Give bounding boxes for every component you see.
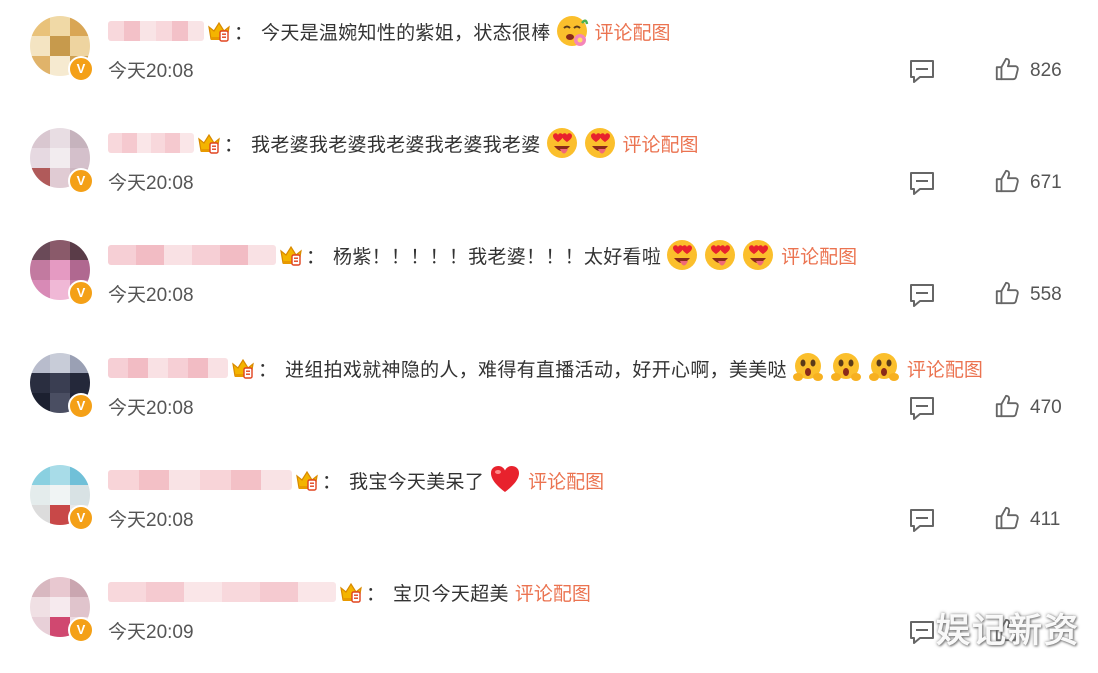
comment-timestamp: 今天20:08	[108, 173, 194, 194]
comment-reply-icon	[908, 284, 936, 312]
comment-timestamp: 今天20:09	[108, 622, 194, 643]
like-button[interactable]: 558	[994, 280, 1062, 310]
comment-text: 我老婆我老婆我老婆我老婆我老婆	[251, 134, 541, 156]
like-count: 671	[1030, 172, 1062, 193]
reply-button[interactable]	[908, 282, 936, 308]
colon-separator: ：	[258, 359, 278, 381]
like-button[interactable]: 671	[994, 168, 1062, 198]
like-count: 558	[1030, 284, 1062, 305]
vip-crown-icon	[294, 467, 320, 493]
comment-text: 今天是温婉知性的紫姐，状态很棒	[261, 22, 551, 44]
flower-face-emoji-icon	[555, 14, 589, 48]
reply-button[interactable]	[908, 58, 936, 84]
comment-reply-icon	[908, 509, 936, 537]
heart-eyes-emoji-icon	[545, 126, 579, 160]
verified-badge-icon: V	[68, 393, 94, 419]
verified-badge-icon: V	[68, 56, 94, 82]
comment-image-link[interactable]: 评论配图	[528, 467, 604, 494]
heart-eyes-emoji-icon	[741, 238, 775, 272]
thumbs-up-icon	[994, 56, 1020, 87]
username-blurred[interactable]	[108, 582, 336, 602]
reply-button[interactable]	[908, 619, 936, 645]
like-button[interactable]: 411	[994, 505, 1060, 535]
comment-timestamp: 今天20:08	[108, 398, 194, 419]
comment-image-link[interactable]: 评论配图	[515, 579, 591, 606]
like-count: 470	[1030, 397, 1062, 418]
avatar[interactable]: V	[30, 577, 94, 643]
comment-image-link[interactable]: 评论配图	[781, 242, 857, 269]
red-heart-emoji-icon	[488, 463, 522, 497]
heart-eyes-emoji-icon	[665, 238, 699, 272]
hug-face-emoji-icon	[791, 351, 825, 385]
comment-reply-icon	[908, 60, 936, 88]
username-blurred[interactable]	[108, 470, 292, 490]
comment-text: 杨紫！！！！！我老婆！！！太好看啦	[333, 246, 662, 268]
vip-crown-icon	[206, 18, 232, 44]
comment-image-link[interactable]: 评论配图	[623, 130, 699, 157]
thumbs-up-icon	[994, 505, 1020, 536]
comment-item: V ： 进组拍戏就神隐的人，难得有直播活动，好开心啊，美美哒 评论配图今天20:08 4…	[0, 337, 1098, 449]
like-count: 411	[1030, 509, 1061, 530]
vip-crown-icon	[196, 130, 222, 156]
like-count: 826	[1030, 60, 1062, 81]
vip-crown-icon	[230, 355, 256, 381]
comment-item: V ： 今天是温婉知性的紫姐，状态很棒 评论配图今天20:08 826	[0, 0, 1098, 112]
hug-face-emoji-icon	[867, 351, 901, 385]
comment-line: ： 今天是温婉知性的紫姐，状态很棒 评论配图	[108, 16, 671, 46]
verified-badge-icon: V	[68, 280, 94, 306]
comment-reply-icon	[908, 621, 936, 649]
watermark: 娱记新资	[936, 612, 1080, 650]
thumbs-up-icon	[994, 168, 1020, 199]
colon-separator: ：	[224, 134, 244, 156]
heart-eyes-emoji-icon	[583, 126, 617, 160]
like-button[interactable]: 826	[994, 56, 1062, 86]
reply-button[interactable]	[908, 395, 936, 421]
username-blurred[interactable]	[108, 133, 194, 153]
comment-item: V ： 杨紫！！！！！我老婆！！！太好看啦 评论配图今天20:08 558	[0, 224, 1098, 336]
avatar[interactable]: V	[30, 465, 94, 531]
comment-line: ： 我宝今天美呆了 评论配图	[108, 465, 604, 495]
comment-timestamp: 今天20:08	[108, 61, 194, 82]
vip-crown-icon	[338, 579, 364, 605]
comment-list: V：今天是温婉知性的紫姐，状态很棒 评论配图 今天20:08 826 V：我老婆我老婆我…	[0, 0, 1098, 668]
comment-line: ： 杨紫！！！！！我老婆！！！太好看啦 评论配图	[108, 240, 857, 270]
username-blurred[interactable]	[108, 245, 276, 265]
verified-badge-icon: V	[68, 168, 94, 194]
hug-face-emoji-icon	[829, 351, 863, 385]
verified-badge-icon: V	[68, 617, 94, 643]
reply-button[interactable]	[908, 507, 936, 533]
avatar[interactable]: V	[30, 16, 94, 82]
colon-separator: ：	[322, 471, 342, 493]
username-blurred[interactable]	[108, 21, 204, 41]
comment-line: ： 进组拍戏就神隐的人，难得有直播活动，好开心啊，美美哒 评论配图	[108, 353, 983, 383]
colon-separator: ：	[234, 22, 254, 44]
comment-image-link[interactable]: 评论配图	[907, 355, 983, 382]
avatar[interactable]: V	[30, 128, 94, 194]
comment-text: 宝贝今天超美	[393, 583, 509, 605]
comment-reply-icon	[908, 397, 936, 425]
colon-separator: ：	[306, 246, 326, 268]
colon-separator: ：	[366, 583, 386, 605]
like-button[interactable]: 470	[994, 393, 1062, 423]
comment-image-link[interactable]: 评论配图	[595, 18, 671, 45]
comment-item: V ： 我老婆我老婆我老婆我老婆我老婆 评论配图今天20:08 671	[0, 112, 1098, 224]
vip-crown-icon	[278, 242, 304, 268]
comment-item: V ： 我宝今天美呆了 评论配图今天20:08 411	[0, 449, 1098, 561]
comment-reply-icon	[908, 172, 936, 200]
comment-timestamp: 今天20:08	[108, 510, 194, 531]
comment-line: ： 宝贝今天超美 评论配图	[108, 577, 591, 607]
thumbs-up-icon	[994, 280, 1020, 311]
comment-item: V ： 宝贝今天超美 评论配图今天20:09	[0, 561, 1098, 673]
reply-button[interactable]	[908, 170, 936, 196]
comment-line: ： 我老婆我老婆我老婆我老婆我老婆 评论配图	[108, 128, 699, 158]
comment-text: 进组拍戏就神隐的人，难得有直播活动，好开心啊，美美哒	[285, 359, 787, 381]
comment-text: 我宝今天美呆了	[349, 471, 485, 493]
username-blurred[interactable]	[108, 358, 228, 378]
avatar[interactable]: V	[30, 240, 94, 306]
avatar[interactable]: V	[30, 353, 94, 419]
heart-eyes-emoji-icon	[703, 238, 737, 272]
thumbs-up-icon	[994, 393, 1020, 424]
verified-badge-icon: V	[68, 505, 94, 531]
comment-timestamp: 今天20:08	[108, 285, 194, 306]
